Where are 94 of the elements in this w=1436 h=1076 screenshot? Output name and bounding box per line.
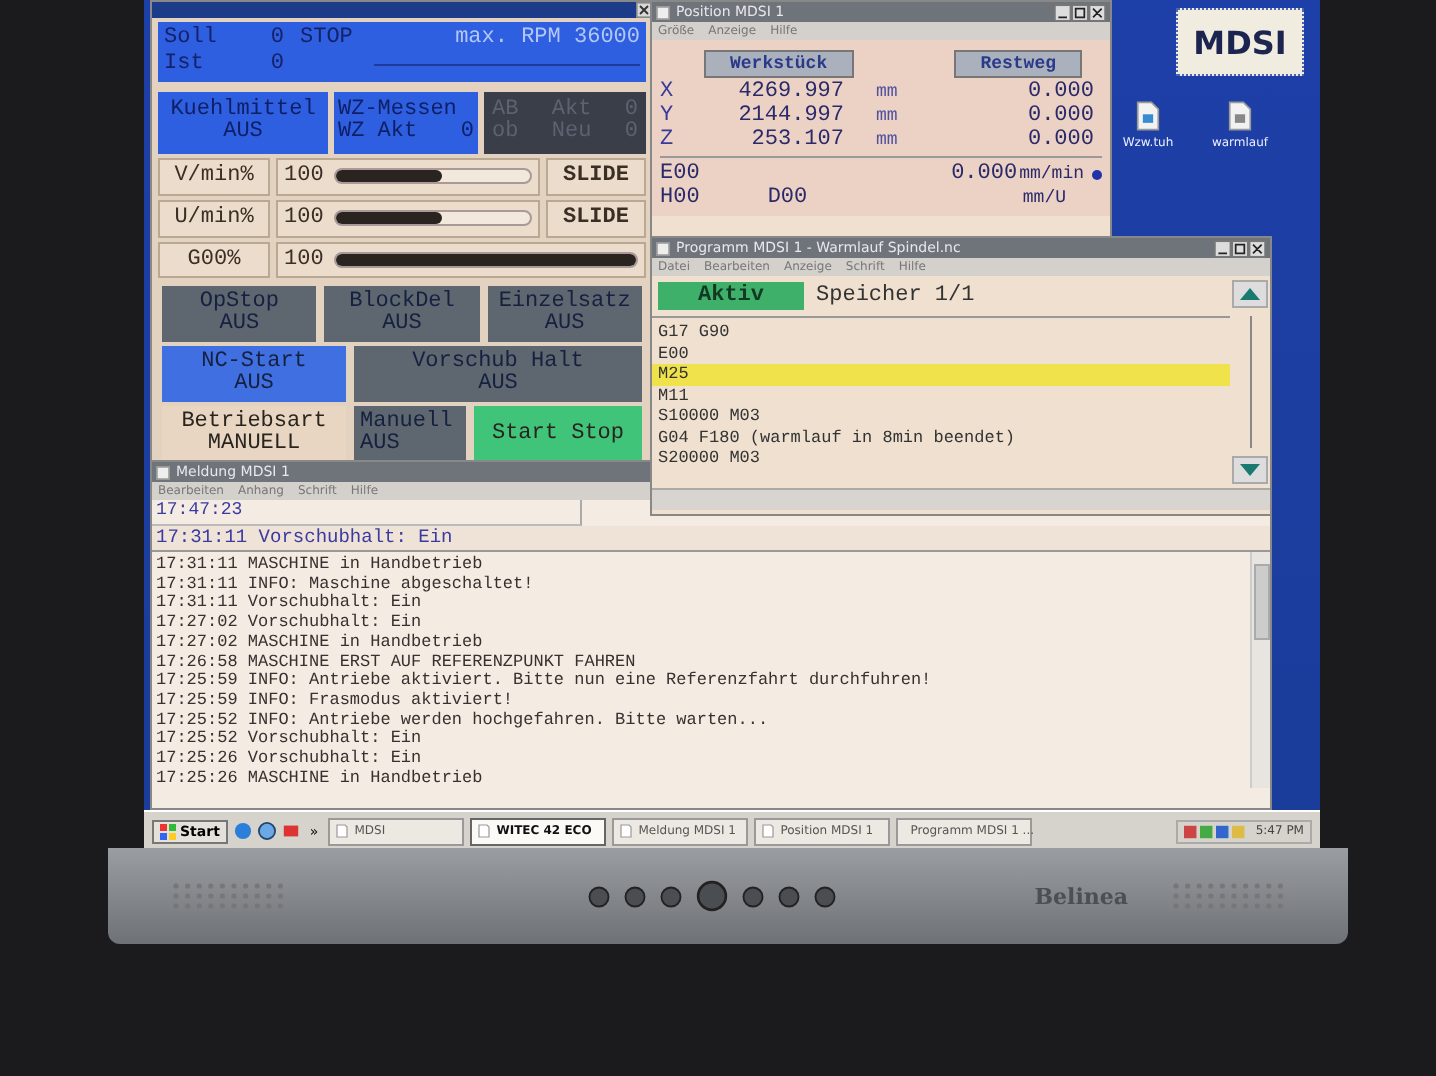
tile-label: WZ-Messen bbox=[338, 100, 459, 123]
code-line[interactable]: S10000 M03 bbox=[652, 406, 1230, 427]
unit-label: mm bbox=[874, 128, 900, 152]
scrollbar[interactable] bbox=[1250, 552, 1270, 788]
log-line: 17:31:11 Vorschubhalt: Ein bbox=[156, 594, 422, 613]
spindle-value: 0 bbox=[268, 26, 284, 51]
unit-label: mm bbox=[874, 104, 900, 128]
window-icon bbox=[762, 824, 775, 838]
speaker-grille-drawing bbox=[168, 878, 288, 914]
remaining-value: 0.000 bbox=[1025, 104, 1096, 128]
axis-value: 2144.997 bbox=[736, 104, 844, 128]
arrow-up-icon bbox=[1240, 288, 1260, 300]
log-line: 17:26:58 MASCHINE ERST AUF REFERENZPUNKT FAHREN bbox=[156, 653, 636, 672]
remaining-value: 0.000 bbox=[1025, 128, 1096, 152]
file-icon[interactable] bbox=[1136, 100, 1160, 132]
spindle-value: 0 bbox=[268, 52, 284, 77]
log-line: 17:31:11 MASCHINE in Handbetrieb bbox=[156, 556, 485, 575]
log-line: 17:27:02 Vorschubhalt: Ein bbox=[156, 614, 424, 633]
monitor-button-icon[interactable] bbox=[778, 885, 800, 907]
machine-button[interactable]: Betriebsart MANUELL bbox=[162, 406, 346, 462]
axis-value: 4269.997 bbox=[736, 80, 844, 104]
window-controls-icon[interactable] bbox=[1054, 3, 1106, 21]
window-icon bbox=[620, 824, 633, 838]
current-message: 17:31:11 Vorschubhalt: Ein bbox=[152, 526, 1270, 552]
slide-button[interactable]: SLIDE bbox=[546, 157, 646, 196]
spindle-status: STOP bbox=[300, 26, 353, 51]
logo-badge: MDSI bbox=[1176, 8, 1304, 76]
override-slider[interactable]: 100 bbox=[276, 157, 540, 196]
window-icon bbox=[156, 465, 170, 479]
log-line: 17:25:59 INFO: Frasmodus aktiviert! bbox=[156, 691, 516, 711]
log-line: 17:25:52 Vorschubhalt: Ein bbox=[156, 730, 424, 749]
monitor-button-icon[interactable] bbox=[588, 885, 610, 907]
e-code: E00 bbox=[660, 162, 700, 186]
override-label: V/min% bbox=[158, 157, 270, 196]
unit-label: mm/U bbox=[1022, 186, 1066, 210]
max-rpm-text: max. RPM 36000 bbox=[455, 26, 640, 51]
scroll-down-button[interactable] bbox=[1232, 456, 1268, 484]
globe-icon[interactable] bbox=[257, 822, 276, 840]
brand-text: Belinea bbox=[1034, 883, 1128, 909]
remaining-button[interactable]: Restweg bbox=[954, 50, 1082, 78]
speaker-grille-drawing bbox=[1168, 878, 1288, 914]
code-line[interactable]: G04 F180 (warmlauf in 8min beendet) bbox=[652, 427, 1230, 448]
arrow-down-icon bbox=[1240, 464, 1260, 476]
spindle-label: Ist bbox=[164, 52, 206, 77]
monitor-button-icon[interactable] bbox=[624, 885, 646, 907]
log-line: 17:25:52 INFO: Antriebe werden hochgefahren. Bitte warten... bbox=[156, 711, 771, 730]
code-line[interactable]: G17 G90 bbox=[652, 322, 1230, 343]
axis-value: 253.107 bbox=[749, 128, 844, 152]
log-line: 17:25:26 Vorschubhalt: Ein bbox=[156, 750, 424, 769]
unit-label: mm bbox=[874, 80, 900, 104]
override-slider[interactable]: 100 bbox=[276, 199, 540, 237]
code-line[interactable]: E00 bbox=[652, 343, 1230, 364]
override-slider[interactable]: 100 bbox=[276, 241, 646, 279]
scroll-up-button[interactable] bbox=[1232, 280, 1268, 308]
code-line[interactable]: M11 bbox=[652, 385, 1230, 406]
axis-label: X bbox=[660, 80, 676, 104]
machine-button[interactable]: NC-Start AUS bbox=[162, 346, 346, 403]
tile-value: 0 bbox=[460, 122, 474, 145]
log-line: 17:27:02 MASCHINE in Handbetrieb bbox=[156, 633, 485, 654]
four-squares-icon bbox=[160, 823, 176, 839]
workpiece-button[interactable]: Werkstück bbox=[704, 50, 854, 78]
status-badge: Aktiv bbox=[658, 282, 805, 310]
tile-state: AUS bbox=[223, 122, 263, 145]
code-line[interactable]: S20000 M03 bbox=[652, 448, 1230, 469]
window-icon bbox=[336, 824, 349, 838]
file-icon[interactable] bbox=[1228, 100, 1252, 132]
memory-text: Speicher 1/1 bbox=[816, 284, 975, 308]
monitor-button-icon[interactable] bbox=[814, 885, 836, 907]
monitor-button-icon[interactable] bbox=[742, 885, 764, 907]
axis-label: Z bbox=[660, 128, 676, 152]
axis-label: Y bbox=[660, 104, 676, 128]
unit-label: mm/min bbox=[1019, 162, 1084, 186]
window-icon bbox=[656, 241, 670, 255]
tile-label: Kuehlmittel bbox=[170, 100, 316, 123]
window-icon bbox=[478, 824, 491, 838]
override-label: G00% bbox=[158, 241, 270, 279]
log-line: 17:31:11 INFO: Maschine abgeschaltet! bbox=[156, 575, 536, 594]
remaining-value: 0.000 bbox=[1025, 80, 1096, 104]
window-controls-icon[interactable] bbox=[1214, 239, 1266, 257]
tray-icons[interactable] bbox=[1183, 823, 1248, 839]
feed-value: 0.000 bbox=[951, 162, 1018, 186]
log-line: 17:25:26 MASCHINE in Handbetrieb bbox=[156, 769, 485, 789]
tile-label: WZ Akt bbox=[338, 122, 418, 145]
log-line: 17:25:59 INFO: Antriebe aktiviert. Bitte nun eine Referenzfahrt durchfuhren! bbox=[156, 672, 934, 691]
slide-button[interactable]: SLIDE bbox=[546, 199, 646, 237]
d-code: D00 bbox=[767, 186, 808, 210]
h-code: H00 bbox=[660, 186, 700, 210]
spindle-label: Soll bbox=[164, 26, 219, 51]
window-icon bbox=[656, 5, 670, 19]
monitor-button-icon[interactable] bbox=[660, 885, 682, 907]
status-dot-icon bbox=[1092, 169, 1102, 179]
machine-button[interactable]: Start Stop bbox=[474, 406, 642, 462]
override-label: U/min% bbox=[158, 199, 270, 237]
monitor-button-icon[interactable] bbox=[696, 880, 728, 912]
